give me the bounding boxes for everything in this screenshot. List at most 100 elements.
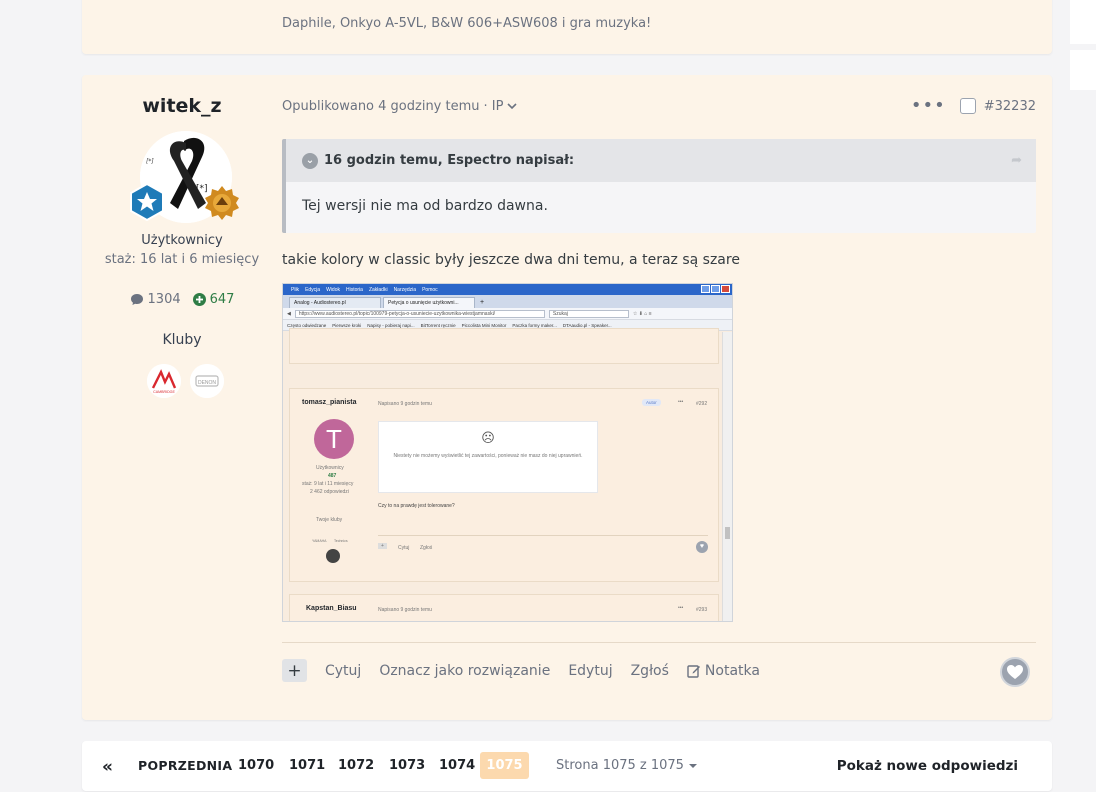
first-page-icon[interactable]: « — [102, 757, 113, 777]
ss-url: https://www.audiostereo.pl/topic/100979-… — [294, 309, 545, 318]
page-jump-dropdown[interactable]: Strona 1075 z 1075 — [556, 758, 698, 773]
ss-bm-6: DTAaudio.pl - Speaker... — [562, 322, 612, 328]
ss-post1-rep: 487 — [328, 473, 337, 479]
ss-post1-author-badge: Autor — [642, 399, 661, 406]
more-options-icon[interactable]: ••• — [911, 97, 946, 115]
post-actions: + Cytuj Oznacz jako rozwiązanie Edytuj Z… — [282, 659, 760, 682]
ss-post1-avatar: T — [314, 419, 354, 459]
author-name[interactable]: witek_z — [82, 95, 282, 117]
ss-post1-error-box: ☹ Niestety nie możemy wyświetlić tej zaw… — [378, 421, 598, 493]
side-widget-top — [1070, 0, 1096, 44]
ss-post-card: tomasz_pianista Napisano 9 godzin temu A… — [289, 388, 719, 582]
show-new-replies-button[interactable]: Pokaż nowe odpowiedzi — [837, 758, 1018, 774]
post-tools: ••• #32232 — [911, 97, 1036, 115]
comment-icon — [130, 294, 143, 305]
star-badge-icon — [128, 182, 166, 222]
ss-sad-face-icon: ☹ — [481, 430, 495, 445]
post-divider — [282, 642, 1036, 643]
caret-down-icon — [688, 763, 697, 768]
note-button[interactable]: Notatka — [687, 663, 760, 679]
page-jump-label: Strona 1075 z 1075 — [556, 758, 684, 773]
clubs-label: Kluby — [162, 332, 202, 348]
ss-post1-club-1: Technics — [334, 539, 348, 543]
ss-window-buttons — [701, 285, 730, 293]
ip-link[interactable]: · IP — [484, 99, 504, 114]
ss-menu-6: Pomoc — [422, 286, 438, 293]
multiquote-plus-button[interactable]: + — [282, 659, 307, 682]
page-link-1072[interactable]: 1072 — [338, 758, 374, 773]
quote-header: ⌄ 16 godzin temu, Espectro napisał: ➦ — [286, 139, 1036, 182]
quote-button[interactable]: Cytuj — [325, 663, 361, 679]
ss-menu-2: Widok — [326, 286, 340, 293]
post-number[interactable]: #32232 — [984, 99, 1036, 114]
ss-bm-1: Pierwsze kroki — [332, 322, 362, 328]
ss-toolbar-icons: ☆ ⬇ ⌂ ≡ — [632, 310, 652, 317]
plus-circle-icon — [192, 293, 206, 306]
page-link-1073[interactable]: 1073 — [389, 758, 425, 773]
svg-text:[*]: [*] — [146, 158, 154, 165]
club-denon-label: DENON — [198, 380, 216, 386]
ss-menu-5: Narzędzia — [393, 286, 417, 293]
ss-post2-number: #293 — [696, 607, 708, 613]
ss-post1-divider — [378, 535, 708, 536]
ss-post1-plus: + — [378, 543, 387, 549]
club-cambridge[interactable]: CAMBRIDGE — [147, 364, 181, 398]
edit-button[interactable]: Edytuj — [568, 663, 612, 679]
ss-post1-clubs: Twoje kluby — [316, 517, 343, 523]
author-group: Użytkownicy — [141, 233, 223, 248]
post-screenshot-image[interactable]: Plik Edycja Widok Historia Zakładki Narz… — [282, 283, 733, 622]
author-stats: 1304 647 — [82, 292, 282, 307]
select-post-checkbox[interactable] — [959, 98, 976, 114]
chevron-down-icon[interactable] — [507, 103, 518, 110]
ss-content: tomasz_pianista Napisano 9 godzin temu A… — [283, 328, 723, 621]
previous-page-button[interactable]: POPRZEDNIA — [138, 758, 232, 773]
page-link-1070[interactable]: 1070 — [238, 758, 274, 773]
ss-post1-club-0: YAMAHA — [312, 539, 327, 543]
ss-bm-0: Często odwiedzane — [287, 322, 327, 328]
ss-bm-5: Paczka formy maker... — [512, 322, 557, 328]
ss-post1-author: tomasz_pianista — [302, 399, 357, 406]
ss-tab-1: Petycja o usunięcie użytkowni... — [383, 297, 475, 308]
mark-solution-button[interactable]: Oznacz jako rozwiązanie — [379, 663, 550, 679]
post-meta: Opublikowano 4 godziny temu · IP — [282, 99, 518, 114]
ss-post1-posts: 2 462 odpowiedzi — [310, 489, 349, 495]
ss-scrollbar — [722, 332, 732, 621]
ss-post1-number: #292 — [696, 401, 708, 407]
page-link-1074[interactable]: 1074 — [439, 758, 475, 773]
ss-bm-4: Piccolista Mini Monitor — [461, 322, 507, 328]
post-date[interactable]: Opublikowano 4 godziny temu — [282, 99, 480, 114]
ss-new-tab-icon: + — [480, 299, 485, 306]
club-cambridge-label: CAMBRIDGE — [153, 390, 175, 394]
ss-post1-quote: Cytuj — [398, 545, 410, 551]
ss-tab-0: Analog - Audiostereo.pl — [289, 297, 381, 308]
ss-tabs: Analog - Audiostereo.pl Petycja o usunię… — [283, 295, 732, 308]
reaction-heart-button[interactable] — [1000, 657, 1030, 687]
reputation-stat[interactable]: 647 — [192, 292, 234, 307]
club-denon[interactable]: DENON — [190, 364, 224, 398]
achievement-badge-icon — [204, 185, 240, 221]
side-widget-bottom — [1070, 50, 1096, 90]
heart-icon — [1007, 665, 1023, 679]
posts-count-stat[interactable]: 1304 — [130, 292, 181, 307]
ss-post1-time: Napisano 9 godzin temu — [378, 401, 432, 407]
screenshot-menubar: Plik Edycja Widok Historia Zakładki Narz… — [283, 284, 732, 295]
quote-toggle-icon[interactable]: ⌄ — [302, 152, 318, 169]
ss-prev-card — [289, 328, 719, 364]
ss-menu-0: Plik — [291, 286, 300, 293]
ss-post2-time: Napisano 9 godzin temu — [378, 607, 432, 613]
ss-post2-more: ••• — [678, 605, 684, 611]
ss-back-icon: ◀ — [287, 310, 291, 317]
ss-post1-error-text: Niestety nie możemy wyświetlić tej zawar… — [393, 453, 583, 459]
post-text: takie kolory w classic były jeszcze dwa … — [282, 252, 740, 268]
page-link-1071[interactable]: 1071 — [289, 758, 325, 773]
share-arrow-icon[interactable]: ➦ — [1011, 153, 1022, 168]
note-label: Notatka — [704, 662, 760, 679]
author-tenure: staż: 16 lat i 6 miesięcy — [104, 252, 260, 267]
ss-urlbar: ◀ https://www.audiostereo.pl/topic/10097… — [283, 308, 732, 320]
quote-citation[interactable]: 16 godzin temu, Espectro napisał: — [324, 153, 574, 168]
ss-menu-1: Edycja — [305, 286, 321, 293]
current-page[interactable]: 1075 — [480, 752, 529, 779]
report-button[interactable]: Zgłoś — [631, 663, 669, 679]
ss-bm-3: BitTorrent ręcznie — [420, 322, 456, 328]
ss-post1-text: Czy to na prawdę jest tolerowane? — [378, 503, 455, 509]
